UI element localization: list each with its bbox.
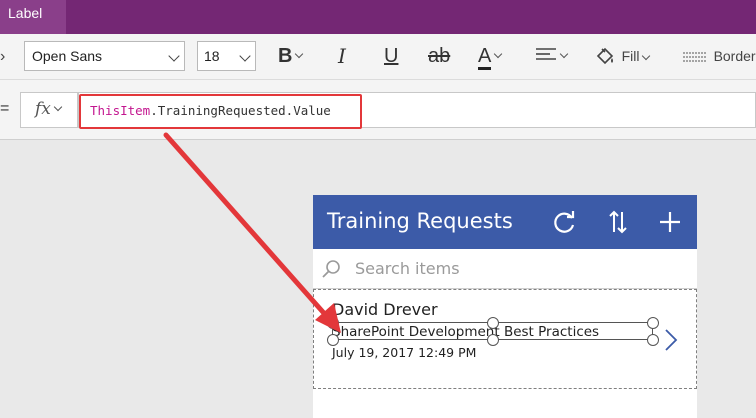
italic-button[interactable]: I — [338, 43, 346, 69]
font-color-button[interactable]: A — [478, 43, 503, 70]
fill-label: Fill — [621, 48, 640, 64]
font-family-value: Open Sans — [32, 48, 103, 64]
align-button[interactable] — [535, 43, 569, 69]
sort-icon[interactable] — [603, 207, 633, 237]
border-button[interactable]: Border — [682, 43, 756, 69]
chevron-down-icon — [642, 51, 651, 61]
search-icon — [322, 260, 340, 278]
italic-icon: I — [338, 44, 346, 68]
control-type-tab[interactable]: Label — [0, 0, 66, 34]
formula-keyword: ThisItem — [90, 103, 151, 118]
fill-button[interactable]: Fill — [594, 43, 651, 69]
fx-button[interactable]: fx — [20, 92, 78, 128]
title-band: Label — [0, 0, 756, 34]
font-family-select[interactable]: Open Sans — [24, 41, 185, 71]
bold-icon: B — [278, 45, 293, 67]
formatting-toolbar: › Open Sans 18 B I U ab A Fill Border — [0, 34, 756, 80]
chevron-down-icon — [168, 50, 180, 62]
font-size-value: 18 — [204, 48, 220, 64]
font-size-select[interactable]: 18 — [197, 41, 256, 71]
add-icon[interactable] — [655, 207, 685, 237]
bold-button[interactable]: B — [278, 43, 304, 69]
fx-icon: fx — [35, 99, 51, 119]
underline-button[interactable]: U — [384, 43, 398, 69]
refresh-icon[interactable] — [550, 207, 580, 237]
align-icon — [536, 48, 556, 60]
equals-sign: = — [0, 100, 10, 117]
resize-handle[interactable] — [647, 317, 659, 329]
app-title: Training Requests — [327, 209, 513, 233]
item-date: July 19, 2017 12:49 PM — [332, 345, 477, 360]
chevron-down-icon — [494, 49, 503, 59]
chevron-down-icon — [53, 102, 63, 112]
strikethrough-icon: ab — [428, 45, 451, 67]
underline-icon: U — [384, 45, 399, 67]
resize-handle[interactable] — [487, 317, 499, 329]
strikethrough-button[interactable]: ab — [428, 43, 450, 69]
chevron-right-icon[interactable] — [663, 328, 679, 352]
chevron-down-icon — [239, 50, 251, 62]
resize-handle[interactable] — [487, 334, 499, 346]
search-row — [313, 249, 697, 289]
border-label: Border — [713, 48, 756, 64]
border-icon — [683, 52, 707, 62]
search-input[interactable] — [355, 259, 675, 278]
formula-text[interactable]: ThisItem.TrainingRequested.Value — [90, 103, 331, 118]
chevron-down-icon — [559, 49, 569, 59]
font-color-icon: A — [478, 45, 492, 70]
formula-remainder: .TrainingRequested.Value — [150, 103, 331, 118]
resize-handle[interactable] — [327, 334, 339, 346]
paint-bucket-icon — [596, 47, 614, 65]
resize-handle[interactable] — [647, 334, 659, 346]
app-header: Training Requests — [313, 195, 697, 249]
item-title: David Drever — [332, 300, 438, 319]
resize-handle[interactable] — [327, 317, 339, 329]
chevron-down-icon — [295, 49, 304, 59]
toolbar-overflow-icon[interactable]: › — [0, 48, 5, 66]
